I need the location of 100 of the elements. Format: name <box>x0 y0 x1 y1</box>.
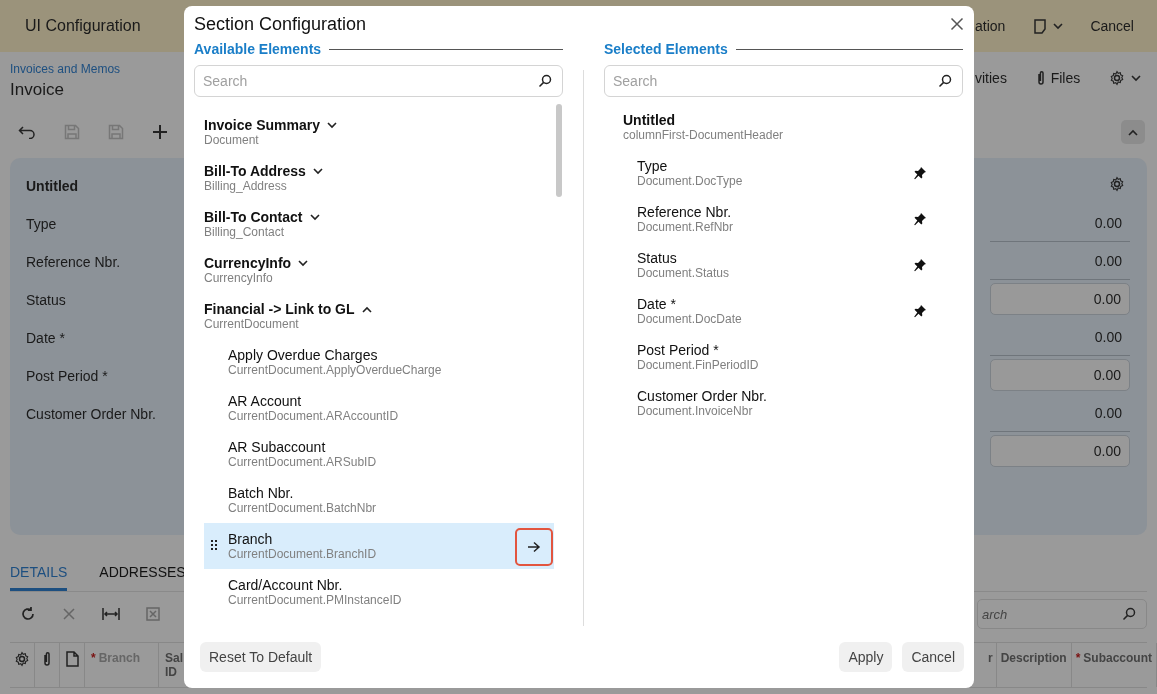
field-label: Date * <box>26 330 66 348</box>
app-title: UI Configuration <box>25 17 141 35</box>
field-name: Document.FinPeriodID <box>637 358 759 372</box>
column-header[interactable]: * Subaccount <box>1071 643 1157 687</box>
element-group[interactable]: Bill-To Address Billing_Address <box>204 155 554 201</box>
document-icon[interactable] <box>65 651 79 667</box>
element-label: Customer Order Nbr. <box>637 388 767 404</box>
element-group[interactable]: Bill-To Contact Billing_Contact <box>204 201 554 247</box>
paperclip-icon[interactable] <box>42 651 52 667</box>
element-item[interactable]: AR Subaccount CurrentDocument.ARSubID <box>204 431 554 477</box>
pin-icon[interactable] <box>913 258 927 272</box>
group-label: Financial -> Link to GL <box>204 301 355 317</box>
search-icon[interactable] <box>1122 607 1136 621</box>
drag-handle-icon[interactable] <box>211 540 217 550</box>
chevron-up-icon[interactable] <box>361 305 372 313</box>
close-icon[interactable] <box>950 17 964 31</box>
add-icon[interactable] <box>152 124 168 140</box>
field-name: Document.DocDate <box>637 312 742 326</box>
element-label: Branch <box>228 531 274 547</box>
paperclip-icon[interactable] <box>1035 70 1046 86</box>
element-group[interactable]: CurrencyInfo CurrencyInfo <box>204 247 554 293</box>
selected-element[interactable]: Customer Order Nbr. Document.InvoiceNbr <box>604 380 963 426</box>
column-header[interactable]: Description <box>996 643 1072 687</box>
selected-element[interactable]: Type Document.DocType <box>604 150 963 196</box>
settings-icon[interactable] <box>1109 70 1125 86</box>
section-heading: Selected Elements <box>604 41 728 57</box>
pin-icon[interactable] <box>913 304 927 318</box>
column-header[interactable]: Sal ID <box>159 643 183 687</box>
group-label: CurrencyInfo <box>204 255 292 271</box>
settings-icon[interactable] <box>1109 176 1125 192</box>
refresh-icon[interactable] <box>20 606 36 622</box>
page-title: Invoice <box>10 80 64 100</box>
cancel-link[interactable]: Cancel <box>1090 18 1134 34</box>
field-name: Document.DocType <box>637 174 743 188</box>
chevron-down-icon[interactable] <box>312 167 323 175</box>
amount-field[interactable]: 0.00 <box>990 283 1130 315</box>
element-group[interactable]: Financial -> Link to GL CurrentDocument <box>204 293 554 339</box>
selected-element[interactable]: Date * Document.DocDate <box>604 288 963 334</box>
selected-section[interactable]: Untitled columnFirst-DocumentHeader <box>604 104 963 150</box>
pin-icon[interactable] <box>913 212 927 226</box>
fit-columns-icon[interactable] <box>102 607 120 621</box>
element-label: Type <box>637 158 669 174</box>
element-label: Date * <box>637 296 677 312</box>
field-name: Document.RefNbr <box>637 220 734 234</box>
reset-button[interactable]: Reset To Default <box>200 642 322 672</box>
search-icon[interactable] <box>538 74 552 88</box>
field-name: Billing_Contact <box>204 225 286 239</box>
selected-element[interactable]: Post Period * Document.FinPeriodID <box>604 334 963 380</box>
amount-value: 0.00 <box>990 204 1130 242</box>
files-link[interactable]: Files <box>1050 70 1081 86</box>
element-item[interactable]: Batch Nbr. CurrentDocument.BatchNbr <box>204 477 554 523</box>
chevron-down-icon[interactable] <box>326 121 337 129</box>
element-label: Batch Nbr. <box>228 485 295 501</box>
amount-field[interactable]: 0.00 <box>990 359 1130 391</box>
dialog-title: Section Configuration <box>194 13 367 35</box>
collapse-button[interactable] <box>1121 120 1145 144</box>
element-label: Status <box>637 250 678 266</box>
field-label: Post Period * <box>26 368 109 386</box>
chevron-down-icon[interactable] <box>309 213 320 221</box>
element-item[interactable]: Branch CurrentDocument.BranchID <box>204 523 554 569</box>
search-field[interactable]: arch <box>977 599 1147 629</box>
section-label: Untitled <box>623 112 677 128</box>
field-name: CurrentDocument.PMInstanceID <box>228 593 402 607</box>
clipboard-icon[interactable] <box>1032 18 1047 34</box>
chevron-down-icon[interactable] <box>298 259 309 267</box>
cancel-button[interactable]: Cancel <box>902 642 964 672</box>
activities-link[interactable]: vities <box>975 70 1007 86</box>
section-heading: Available Elements <box>194 41 322 57</box>
element-label: Apply Overdue Charges <box>228 347 379 363</box>
field-name: CurrentDocument.BranchID <box>228 547 377 561</box>
group-label: Bill-To Contact <box>204 209 303 225</box>
amount-field[interactable]: 0.00 <box>990 435 1130 467</box>
amount-value: 0.00 <box>990 242 1130 280</box>
scrollbar[interactable] <box>556 104 562 197</box>
chevron-down-icon[interactable] <box>1131 74 1141 82</box>
search-icon[interactable] <box>938 74 952 88</box>
field-name: columnFirst-DocumentHeader <box>623 128 784 142</box>
field-name: CurrentDocument.ApplyOverdueCharge <box>228 363 442 377</box>
selected-element[interactable]: Status Document.Status <box>604 242 963 288</box>
group-label: Bill-To Address <box>204 163 306 179</box>
arrow-right-icon[interactable] <box>527 541 541 553</box>
field-label: Type <box>26 216 58 234</box>
element-item[interactable]: Card/Account Nbr. CurrentDocument.PMInstanceID <box>204 569 554 615</box>
undo-icon[interactable] <box>18 125 36 139</box>
element-label: AR Account <box>228 393 303 409</box>
amount-value: 0.00 <box>990 318 1130 356</box>
element-group[interactable]: Invoice Summary Document <box>204 109 554 155</box>
toolbar-action[interactable]: ation <box>975 18 1006 34</box>
element-item[interactable]: Apply Overdue Charges CurrentDocument.ApplyOverdueCharge <box>204 339 554 385</box>
selected-element[interactable]: Reference Nbr. Document.RefNbr <box>604 196 963 242</box>
pin-icon[interactable] <box>913 166 927 180</box>
move-right-button[interactable] <box>515 528 553 566</box>
amount-value: 0.00 <box>990 394 1130 432</box>
field-name: Document.InvoiceNbr <box>637 404 754 418</box>
settings-icon[interactable] <box>14 651 30 667</box>
group-label: Invoice Summary <box>204 117 320 133</box>
element-label: Card/Account Nbr. <box>228 577 344 593</box>
tab[interactable]: ADDRESSES <box>99 564 186 591</box>
element-item[interactable]: AR Account CurrentDocument.ARAccountID <box>204 385 554 431</box>
apply-button[interactable]: Apply <box>839 642 893 672</box>
